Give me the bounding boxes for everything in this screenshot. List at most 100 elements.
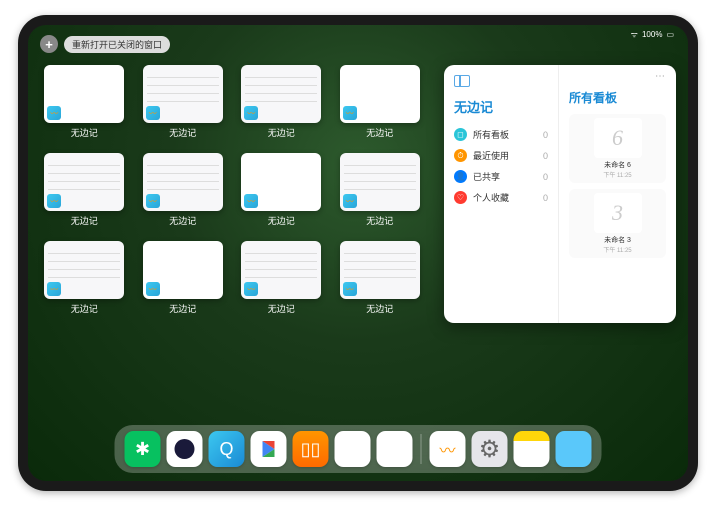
window-preview[interactable]: 〰 [44,153,124,211]
sidebar-item-count: 0 [543,172,548,182]
board-card[interactable]: 6 未命名 6下午 11:25 [569,114,666,183]
window-thumb[interactable]: 〰无边记 [336,65,425,147]
status-bar: ᯤ 100% ▭ [631,29,674,40]
freeform-app-icon: 〰 [244,194,258,208]
sidebar-item-count: 0 [543,130,548,140]
window-thumb[interactable]: 〰无边记 [237,241,326,323]
dock-separator [421,434,422,464]
window-label: 无边记 [169,126,196,139]
sidebar-item-label: 所有看板 [473,128,509,141]
screen: ᯤ 100% ▭ + 重新打开已关闭的窗口 〰无边记〰无边记〰无边记〰无边记〰无… [28,25,688,481]
freeform-app-icon: 〰 [343,194,357,208]
window-preview[interactable]: 〰 [143,65,223,123]
board-card[interactable]: 3 未命名 3下午 11:25 [569,189,666,258]
window-preview[interactable]: 〰 [143,241,223,299]
window-thumb[interactable]: 〰无边记 [336,153,425,235]
board-preview: 3 [594,193,642,233]
add-window-button[interactable]: + [40,35,58,53]
window-label: 无边记 [366,302,393,315]
window-preview[interactable]: 〰 [143,153,223,211]
sidebar-item-count: 0 [543,193,548,203]
panel-title: 无边记 [454,97,548,116]
window-thumb[interactable]: 〰无边记 [139,65,228,147]
freeform-app-icon: 〰 [343,106,357,120]
freeform-app-icon: 〰 [244,282,258,296]
multitask-grid: 〰无边记〰无边记〰无边记〰无边记〰无边记〰无边记〰无边记〰无边记〰无边记〰无边记… [40,65,432,421]
sidebar-item-label: 已共享 [473,170,500,183]
window-label: 无边记 [268,302,295,315]
最近使用-icon: ⏱ [454,149,467,162]
window-thumb[interactable]: 〰无边记 [336,241,425,323]
freeform-app-icon: 〰 [146,282,160,296]
window-label: 无边记 [71,126,98,139]
more-icon[interactable]: ⋯ [655,71,666,82]
window-preview[interactable]: 〰 [340,241,420,299]
sidebar-toggle-icon[interactable] [454,75,470,87]
window-preview[interactable]: 〰 [44,65,124,123]
panel-sidebar: 无边记 ◻所有看板0⏱最近使用0👤已共享0♡个人收藏0 [444,65,559,323]
top-controls: + 重新打开已关闭的窗口 [40,35,170,53]
sidebar-item-所有看板[interactable]: ◻ 所有看板 0 [454,124,548,145]
window-preview[interactable]: 〰 [340,65,420,123]
dock-app-wechat[interactable]: ✱ [125,431,161,467]
window-preview[interactable]: 〰 [241,153,321,211]
window-thumb[interactable]: 〰无边记 [40,241,129,323]
sidebar-item-个人收藏[interactable]: ♡ 个人收藏 0 [454,187,548,208]
dock-app-connect[interactable]: ⋈ [377,431,413,467]
freeform-app-icon: 〰 [244,106,258,120]
window-thumb[interactable]: 〰无边记 [40,153,129,235]
window-preview[interactable]: 〰 [241,65,321,123]
dock-app-app-library[interactable] [556,431,592,467]
window-thumb[interactable]: 〰无边记 [40,65,129,147]
window-label: 无边记 [268,214,295,227]
freeform-app-icon: 〰 [47,282,61,296]
board-name: 未命名 6 [573,160,662,170]
battery-icon: ▭ [666,30,674,39]
board-name: 未命名 3 [573,235,662,245]
window-preview[interactable]: 〰 [44,241,124,299]
window-label: 无边记 [71,214,98,227]
sidebar-item-已共享[interactable]: 👤 已共享 0 [454,166,548,187]
window-thumb[interactable]: 〰无边记 [139,241,228,323]
reopen-closed-window-button[interactable]: 重新打开已关闭的窗口 [64,36,170,53]
window-preview[interactable]: 〰 [340,153,420,211]
board-time: 下午 11:25 [573,245,662,254]
window-thumb[interactable]: 〰无边记 [237,65,326,147]
已共享-icon: 👤 [454,170,467,183]
dock-app-settings[interactable]: ⚙ [472,431,508,467]
window-label: 无边记 [71,302,98,315]
panel-main-title: 所有看板 [569,89,666,106]
freeform-app-icon: 〰 [146,194,160,208]
window-preview[interactable]: 〰 [241,241,321,299]
window-label: 无边记 [169,214,196,227]
freeform-app-icon: 〰 [47,194,61,208]
window-label: 无边记 [366,214,393,227]
dock-app-freeform[interactable]: 〰 [430,431,466,467]
dock: ✱ Q ▯▯⊡⋈ 〰⚙ [115,425,602,473]
sidebar-item-count: 0 [543,151,548,161]
window-label: 无边记 [268,126,295,139]
window-label: 无边记 [366,126,393,139]
board-preview: 6 [594,118,642,158]
个人收藏-icon: ♡ [454,191,467,204]
freeform-app-icon: 〰 [343,282,357,296]
freeform-app-icon: 〰 [146,106,160,120]
content-area: 〰无边记〰无边记〰无边记〰无边记〰无边记〰无边记〰无边记〰无边记〰无边记〰无边记… [40,65,676,421]
window-label: 无边记 [169,302,196,315]
freeform-panel[interactable]: ⋯ 无边记 ◻所有看板0⏱最近使用0👤已共享0♡个人收藏0 所有看板 6未命名 … [444,65,676,323]
ipad-frame: ᯤ 100% ▭ + 重新打开已关闭的窗口 〰无边记〰无边记〰无边记〰无边记〰无… [18,15,698,491]
window-thumb[interactable]: 〰无边记 [237,153,326,235]
dock-app-quark[interactable] [167,431,203,467]
window-thumb[interactable]: 〰无边记 [139,153,228,235]
dock-app-books[interactable]: ▯▯ [293,431,329,467]
freeform-app-icon: 〰 [47,106,61,120]
board-time: 下午 11:25 [573,170,662,179]
panel-main: 所有看板 6未命名 6下午 11:253未命名 3下午 11:25 [559,65,676,323]
dock-app-notes[interactable] [514,431,550,467]
dock-app-play[interactable] [251,431,287,467]
sidebar-item-label: 个人收藏 [473,191,509,204]
所有看板-icon: ◻ [454,128,467,141]
sidebar-item-最近使用[interactable]: ⏱最近使用0 [454,145,548,166]
dock-app-dice[interactable]: ⊡ [335,431,371,467]
dock-app-browser[interactable]: Q [209,431,245,467]
